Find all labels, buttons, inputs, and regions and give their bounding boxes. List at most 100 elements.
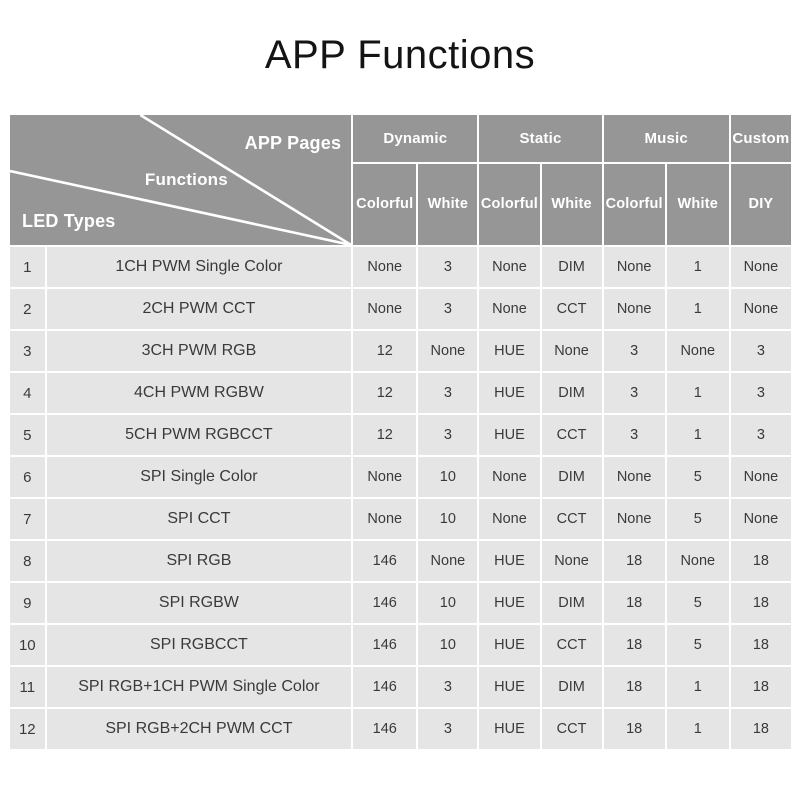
row-led-type-name: SPI CCT [46, 499, 352, 539]
cell-r10-c3: HUE [479, 625, 540, 665]
cell-r8-c7: 18 [730, 541, 791, 581]
cell-r10-c5: 18 [603, 625, 665, 665]
table-row: 2 2CH PWM CCT None 3 None CCT None 1 None [10, 289, 791, 329]
cell-r2-c5: None [603, 289, 665, 329]
cell-r1-c3: None [479, 247, 540, 287]
row-index: 10 [10, 625, 45, 665]
app-functions-table-container: APP Pages Functions LED Types Dynamic Static… [8, 113, 793, 751]
app-functions-table: APP Pages Functions LED Types Dynamic Static… [8, 113, 793, 751]
row-led-type-name: SPI RGB+1CH PWM Single Color [46, 667, 352, 707]
cell-r3-c5: 3 [603, 331, 665, 371]
cell-r6-c2: 10 [418, 457, 478, 497]
cell-r11-c3: HUE [479, 667, 540, 707]
table-corner-header: APP Pages Functions LED Types [10, 115, 352, 245]
sub-header-2-colorful: Colorful [479, 163, 540, 245]
cell-r10-c4: CCT [541, 625, 602, 665]
cell-r4-c1: 12 [353, 373, 417, 413]
cell-r1-c1: None [353, 247, 417, 287]
cell-r5-c7: 3 [730, 415, 791, 455]
cell-r1-c6: 1 [666, 247, 729, 287]
cell-r11-c4: DIM [541, 667, 602, 707]
cell-r4-c4: DIM [541, 373, 602, 413]
corner-label-app-pages: APP Pages [244, 133, 342, 153]
cell-r6-c1: None [353, 457, 417, 497]
row-led-type-name: SPI RGBCCT [46, 625, 352, 665]
sub-header-0-colorful: Colorful [353, 163, 417, 245]
cell-r8-c4: None [541, 541, 602, 581]
cell-r5-c2: 3 [418, 415, 478, 455]
corner-diagonal-box: APP Pages Functions LED Types [10, 115, 351, 245]
group-header-static: Static [479, 115, 602, 162]
corner-label-functions: Functions [144, 170, 228, 189]
cell-r3-c1: 12 [353, 331, 417, 371]
cell-r4-c6: 1 [666, 373, 729, 413]
page-root: APP Functions APP Pages Functions LED Type… [0, 0, 800, 800]
cell-r10-c6: 5 [666, 625, 729, 665]
cell-r3-c3: HUE [479, 331, 540, 371]
cell-r5-c3: HUE [479, 415, 540, 455]
row-index: 3 [10, 331, 45, 371]
cell-r11-c2: 3 [418, 667, 478, 707]
cell-r10-c2: 10 [418, 625, 478, 665]
cell-r9-c3: HUE [479, 583, 540, 623]
table-row: 5 5CH PWM RGBCCT 12 3 HUE CCT 3 1 3 [10, 415, 791, 455]
cell-r8-c2: None [418, 541, 478, 581]
cell-r12-c6: 1 [666, 709, 729, 749]
cell-r9-c1: 146 [353, 583, 417, 623]
row-index: 11 [10, 667, 45, 707]
row-led-type-name: 5CH PWM RGBCCT [46, 415, 352, 455]
corner-label-led-types: LED Types [22, 211, 116, 231]
cell-r2-c6: 1 [666, 289, 729, 329]
cell-r7-c7: None [730, 499, 791, 539]
cell-r6-c4: DIM [541, 457, 602, 497]
table-row: 4 4CH PWM RGBW 12 3 HUE DIM 3 1 3 [10, 373, 791, 413]
cell-r8-c3: HUE [479, 541, 540, 581]
row-led-type-name: SPI Single Color [46, 457, 352, 497]
cell-r1-c5: None [603, 247, 665, 287]
cell-r9-c7: 18 [730, 583, 791, 623]
cell-r9-c6: 5 [666, 583, 729, 623]
row-index: 7 [10, 499, 45, 539]
cell-r12-c2: 3 [418, 709, 478, 749]
cell-r4-c7: 3 [730, 373, 791, 413]
group-header-custom: Custom [730, 115, 791, 162]
cell-r7-c1: None [353, 499, 417, 539]
cell-r5-c4: CCT [541, 415, 602, 455]
page-title: APP Functions [264, 33, 536, 77]
table-row: 3 3CH PWM RGB 12 None HUE None 3 None 3 [10, 331, 791, 371]
cell-r1-c7: None [730, 247, 791, 287]
row-index: 1 [10, 247, 45, 287]
cell-r7-c4: CCT [541, 499, 602, 539]
table-row: 8 SPI RGB 146 None HUE None 18 None 18 [10, 541, 791, 581]
row-index: 9 [10, 583, 45, 623]
row-led-type-name: SPI RGBW [46, 583, 352, 623]
cell-r7-c5: None [603, 499, 665, 539]
cell-r5-c5: 3 [603, 415, 665, 455]
cell-r11-c5: 18 [603, 667, 665, 707]
row-led-type-name: SPI RGB+2CH PWM CCT [46, 709, 352, 749]
cell-r4-c2: 3 [418, 373, 478, 413]
cell-r7-c3: None [479, 499, 540, 539]
cell-r6-c6: 5 [666, 457, 729, 497]
cell-r7-c6: 5 [666, 499, 729, 539]
cell-r2-c2: 3 [418, 289, 478, 329]
cell-r2-c3: None [479, 289, 540, 329]
row-index: 8 [10, 541, 45, 581]
cell-r4-c3: HUE [479, 373, 540, 413]
cell-r12-c3: HUE [479, 709, 540, 749]
sub-header-6-diy: DIY [730, 163, 791, 245]
cell-r11-c7: 18 [730, 667, 791, 707]
cell-r12-c7: 18 [730, 709, 791, 749]
cell-r3-c2: None [418, 331, 478, 371]
cell-r8-c6: None [666, 541, 729, 581]
table-header-group-row: APP Pages Functions LED Types Dynamic Static… [10, 115, 791, 245]
row-index: 12 [10, 709, 45, 749]
cell-r7-c2: 10 [418, 499, 478, 539]
group-header-dynamic: Dynamic [353, 115, 478, 162]
cell-r12-c1: 146 [353, 709, 417, 749]
cell-r9-c2: 10 [418, 583, 478, 623]
cell-r6-c5: None [603, 457, 665, 497]
group-header-music: Music [603, 115, 729, 162]
cell-r1-c2: 3 [418, 247, 478, 287]
cell-r5-c6: 1 [666, 415, 729, 455]
